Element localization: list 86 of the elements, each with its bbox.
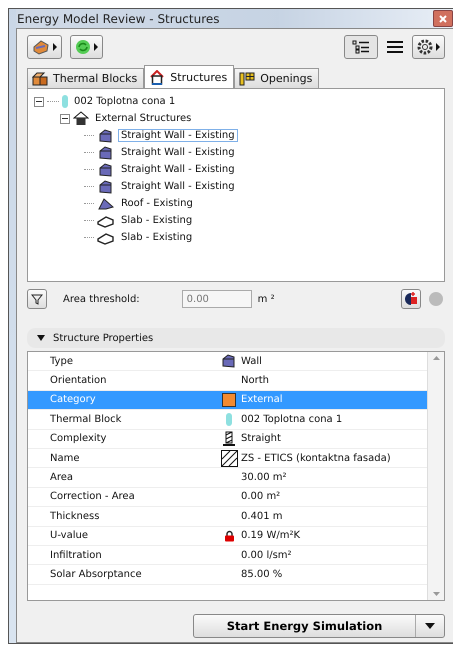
property-name: Type <box>50 356 74 367</box>
property-row[interactable]: Name ZS - ETICS (kontaktna fasada) <box>28 448 427 468</box>
hatch-pattern-icon <box>220 450 238 467</box>
property-value: Wall <box>240 356 263 367</box>
property-name: Name <box>50 452 81 464</box>
property-name: Complexity <box>50 433 108 444</box>
section-title: Structure Properties <box>53 332 154 344</box>
house-icon <box>73 111 89 126</box>
property-name: Category <box>50 394 97 406</box>
tree-item[interactable]: Slab - Existing <box>118 214 196 227</box>
lock-icon <box>224 530 234 542</box>
property-row[interactable]: Area 30.00 m² <box>28 468 427 488</box>
tree-view-button[interactable] <box>344 35 378 59</box>
property-value: 0.19 W/m²K <box>240 530 302 542</box>
property-value: External <box>240 394 284 406</box>
start-simulation-button[interactable]: Start Energy Simulation <box>193 614 445 638</box>
caret-icon <box>53 43 58 51</box>
collapse-toggle[interactable] <box>34 96 44 106</box>
model-icon <box>31 38 51 56</box>
settings-icon <box>416 38 434 56</box>
unit-label: m ² <box>258 294 275 304</box>
tree-item[interactable]: Slab - Existing <box>118 231 196 244</box>
property-name: Solar Absorptance <box>50 568 143 580</box>
filter-button[interactable] <box>27 289 47 309</box>
area-threshold-label: Area threshold: <box>63 294 140 304</box>
tree-item[interactable]: Straight Wall - Existing <box>118 129 238 142</box>
property-value: North <box>240 375 270 386</box>
property-row[interactable]: Thickness 0.401 m <box>28 507 427 527</box>
tree-item[interactable]: Roof - Existing <box>118 197 196 210</box>
property-name: Thickness <box>50 510 100 522</box>
blocks-icon <box>32 72 48 86</box>
property-value: 30.00 m² <box>240 472 288 484</box>
disabled-structure-icon <box>427 290 445 308</box>
property-row[interactable]: Thermal Block 002 Toplotna cona 1 <box>28 410 427 430</box>
property-row[interactable]: U-value 0.19 W/m²K <box>28 526 427 546</box>
tab[interactable]: Thermal Blocks <box>27 68 144 88</box>
dropdown-arrow-icon <box>425 623 435 629</box>
property-name: Thermal Block <box>50 414 122 425</box>
refresh-icon <box>74 38 92 56</box>
property-value: Straight <box>240 433 282 444</box>
list-view-icon[interactable] <box>386 40 404 54</box>
property-row[interactable]: Complexity Straight <box>28 430 427 449</box>
roof-icon <box>97 196 115 212</box>
window-title: Energy Model Review - Structures <box>17 12 221 26</box>
caret-icon <box>436 43 441 51</box>
property-value: 85.00 % <box>240 568 284 580</box>
property-name: Area <box>50 472 74 484</box>
tree-item[interactable]: 002 Toplotna cona 1 <box>71 95 178 108</box>
caret-icon <box>94 43 99 51</box>
property-row[interactable]: Infiltration 0.00 l/sm² <box>28 546 427 566</box>
tree-item[interactable]: Straight Wall - Existing <box>118 163 238 176</box>
tab[interactable]: Openings <box>234 68 320 88</box>
thermal-block-icon <box>62 95 68 108</box>
property-row[interactable]: Correction - Area 0.00 m² <box>28 488 427 508</box>
tree-item[interactable]: External Structures <box>92 112 194 125</box>
property-value: 0.401 m <box>240 510 284 522</box>
property-value: 0.00 l/sm² <box>240 550 293 561</box>
hatched-wall-icon <box>222 431 236 446</box>
tab[interactable]: Structures <box>144 65 234 88</box>
scroll-up-icon[interactable] <box>432 356 440 360</box>
refresh-menu-button[interactable] <box>70 35 103 59</box>
add-structure-button[interactable] <box>401 289 421 309</box>
settings-menu-button[interactable] <box>412 35 445 59</box>
filter-icon <box>31 293 43 305</box>
property-value: 0.00 m² <box>240 491 282 502</box>
property-name: U-value <box>50 530 89 542</box>
close-button[interactable] <box>433 10 453 27</box>
tree-view-icon <box>352 40 370 54</box>
property-value: ZS - ETICS (kontaktna fasada) <box>240 452 392 464</box>
tree-item[interactable]: Straight Wall - Existing <box>118 180 238 193</box>
scroll-down-icon[interactable] <box>432 592 440 596</box>
thermal-block-icon <box>226 412 232 426</box>
property-value: 002 Toplotna cona 1 <box>240 414 344 425</box>
openings-icon <box>239 72 256 86</box>
property-row[interactable]: Type Wall <box>28 352 427 372</box>
property-name: Correction - Area <box>50 491 136 502</box>
collapse-toggle[interactable] <box>60 114 70 124</box>
property-name: Orientation <box>50 375 108 386</box>
property-row[interactable]: Solar Absorptance 85.00 % <box>28 565 427 585</box>
property-name: Infiltration <box>50 550 103 561</box>
collapse-icon[interactable] <box>37 335 45 341</box>
close-icon <box>439 14 447 22</box>
tree-item[interactable]: Straight Wall - Existing <box>118 146 238 159</box>
model-menu-button[interactable] <box>27 35 62 59</box>
house-icon <box>149 70 166 84</box>
add-structure-icon <box>403 291 419 307</box>
